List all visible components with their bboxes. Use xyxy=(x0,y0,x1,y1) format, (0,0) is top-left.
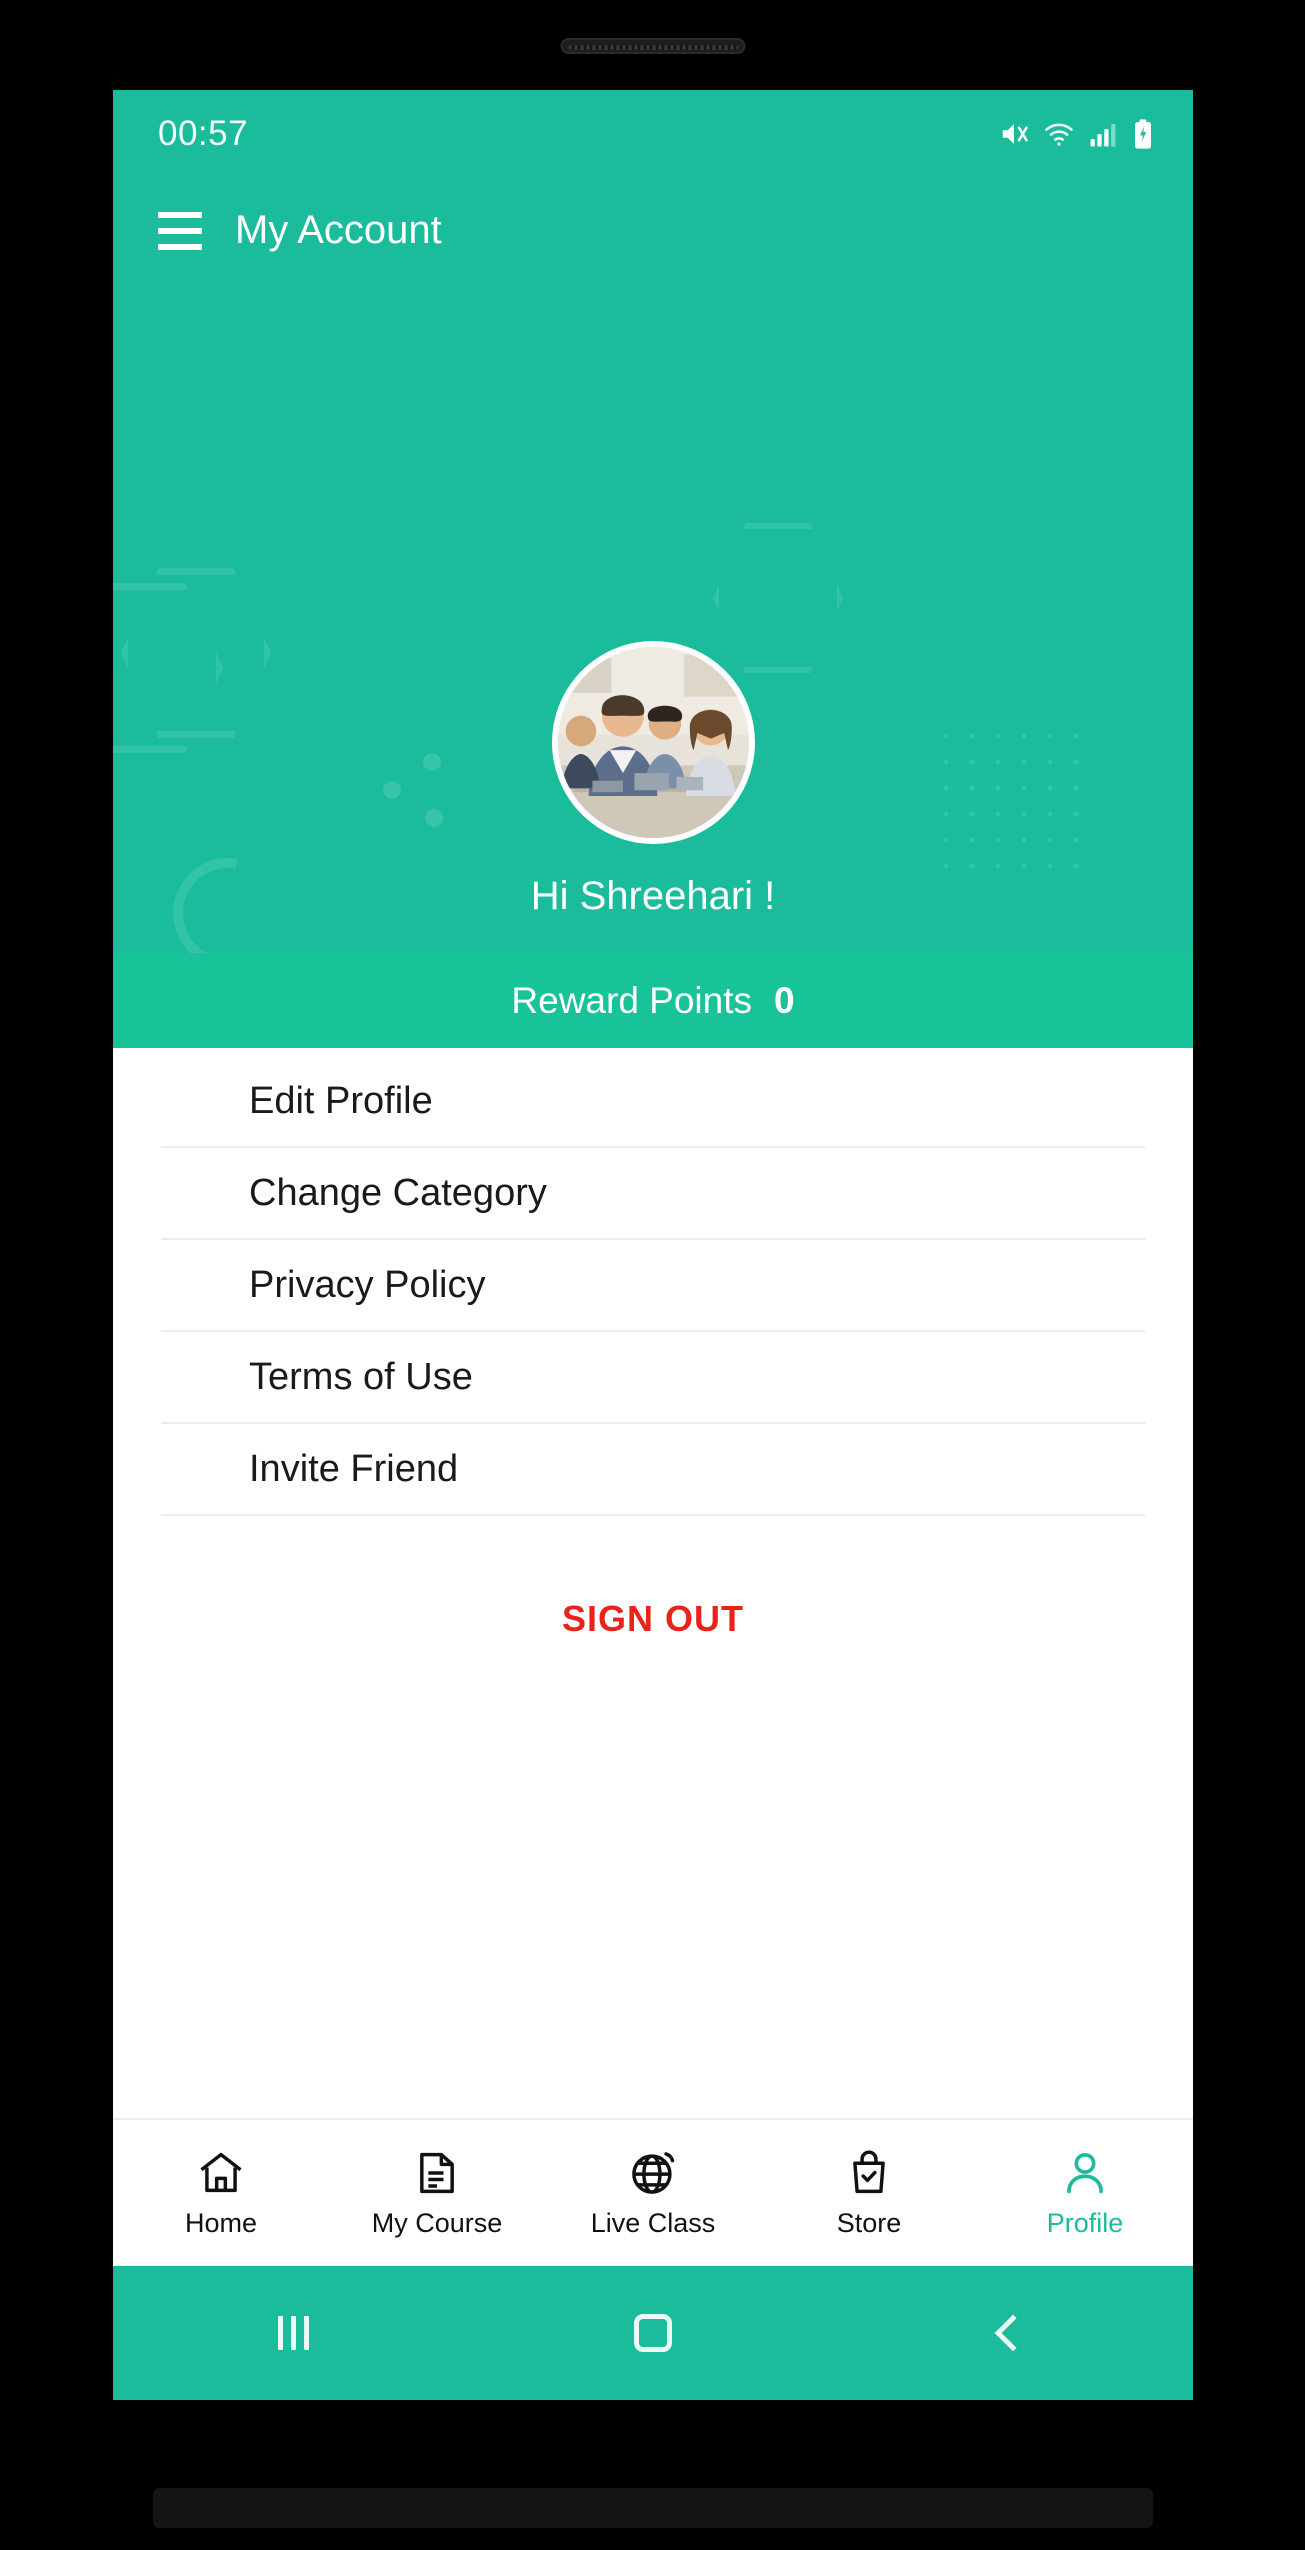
phone-screen: 00:57 My Account Hi Shreehari ! Reward P… xyxy=(113,90,1193,2400)
battery-charging-icon xyxy=(1131,118,1155,150)
hamburger-bar xyxy=(158,211,202,218)
status-bar: 00:57 xyxy=(113,90,1193,178)
menu-item-change-category[interactable]: Change Category xyxy=(161,1148,1145,1240)
person-icon xyxy=(1059,2147,1111,2199)
home-square-icon xyxy=(634,2314,672,2352)
recents-button[interactable] xyxy=(233,2316,353,2350)
home-icon xyxy=(195,2147,247,2199)
hexagon-decoration-icon xyxy=(121,568,271,738)
nav-label-profile: Profile xyxy=(1046,2208,1124,2238)
nav-label-live-class: Live Class xyxy=(590,2208,716,2238)
menu-item-privacy-policy[interactable]: Privacy Policy xyxy=(161,1240,1145,1332)
hamburger-bar xyxy=(158,243,202,250)
nav-item-my-course[interactable]: My Course xyxy=(329,2147,545,2239)
home-button[interactable] xyxy=(593,2314,713,2352)
nav-label-store: Store xyxy=(836,2208,902,2238)
device-bottom-bezel xyxy=(93,2400,1213,2550)
avatar[interactable] xyxy=(551,641,755,844)
android-system-navigation-bar xyxy=(113,2266,1193,2400)
status-clock: 00:57 xyxy=(158,114,249,153)
reward-points-band: Reward Points 0 xyxy=(113,953,1193,1048)
back-chevron-icon xyxy=(994,2314,1032,2352)
bottom-navigation-bar: Home My Course Live Class Store Profile xyxy=(113,2118,1193,2266)
nav-label-my-course: My Course xyxy=(371,2208,503,2238)
arc-decoration-icon xyxy=(151,836,305,953)
avatar-image xyxy=(551,641,755,844)
reward-points-value: 0 xyxy=(774,979,795,1021)
menu-item-terms-of-use[interactable]: Terms of Use xyxy=(161,1332,1145,1424)
greeting-text: Hi Shreehari ! xyxy=(530,874,776,918)
shopping-bag-icon xyxy=(843,2147,895,2199)
device-bottom-strip xyxy=(153,2488,1153,2528)
page-title: My Account xyxy=(235,208,442,252)
account-menu-list: Edit Profile Change Category Privacy Pol… xyxy=(113,1048,1193,1640)
book-icon xyxy=(411,2147,463,2199)
globe-icon xyxy=(627,2147,679,2199)
reward-points-label: Reward Points xyxy=(511,979,753,1021)
dot-grid-decoration xyxy=(933,723,1093,883)
profile-hero-section: Hi Shreehari ! xyxy=(113,283,1193,953)
mute-icon xyxy=(998,119,1030,149)
menu-item-invite-friend[interactable]: Invite Friend xyxy=(161,1424,1145,1516)
hamburger-menu-icon[interactable] xyxy=(158,211,202,250)
hamburger-bar xyxy=(158,227,202,234)
nav-item-store[interactable]: Store xyxy=(761,2147,977,2239)
hexagon-decoration-icon xyxy=(113,583,223,753)
status-icon-group xyxy=(998,118,1155,150)
back-button[interactable] xyxy=(953,2314,1073,2352)
speaker-grille xyxy=(568,45,739,50)
menu-item-edit-profile[interactable]: Edit Profile xyxy=(161,1056,1145,1148)
signal-icon xyxy=(1088,119,1118,149)
nav-item-home[interactable]: Home xyxy=(113,2147,329,2239)
nav-item-live-class[interactable]: Live Class xyxy=(545,2147,761,2239)
wifi-icon xyxy=(1043,119,1075,149)
app-bar: My Account xyxy=(113,178,1193,283)
student-group-photo xyxy=(557,647,749,838)
nav-label-home: Home xyxy=(184,2208,258,2238)
nav-item-profile[interactable]: Profile xyxy=(977,2147,1193,2239)
earpiece-speaker xyxy=(560,38,746,54)
device-top-bezel xyxy=(93,0,1213,90)
sign-out-button[interactable]: SIGN OUT xyxy=(113,1516,1193,1640)
recents-icon xyxy=(277,2316,309,2350)
dots-decoration xyxy=(383,753,503,873)
